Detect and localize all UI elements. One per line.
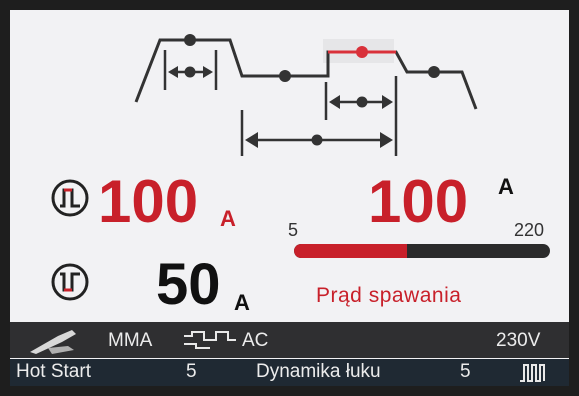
process-label: MMA (108, 330, 153, 351)
base-current-unit: A (234, 290, 250, 315)
setting-caption: Prąd spawania (316, 284, 462, 307)
current-slider[interactable] (294, 244, 550, 258)
waveform-diagram (134, 34, 478, 156)
polarity-label: AC (242, 330, 269, 351)
display-bezel: 100 A 50 A 100 A 5 220 Prąd spawania MMA (0, 0, 579, 396)
voltage-label: 230V (496, 330, 541, 351)
hot-current-value: 100 (98, 168, 199, 235)
arc-force-label: Dynamika łuku (256, 361, 381, 382)
base-current-value: 50 (156, 252, 221, 317)
hot-current-icon (51, 179, 89, 217)
ac-wave-icon (184, 331, 236, 349)
scale-min: 5 (288, 220, 299, 240)
current-slider-fill (294, 244, 408, 258)
waveform-point (356, 46, 368, 58)
welding-current-unit: A (498, 174, 514, 199)
welding-current-value: 100 (368, 168, 469, 235)
arc-force-value: 5 (460, 361, 471, 382)
pulse-icon (520, 364, 545, 382)
parameters-bar: Hot Start 5 Dynamika łuku 5 (10, 359, 569, 386)
electrode-holder-icon (30, 330, 76, 354)
hot-start-label: Hot Start (16, 361, 91, 382)
scale-max: 220 (514, 220, 545, 240)
waveform-point (428, 66, 440, 78)
waveform-point (279, 70, 291, 82)
welder-screen: 100 A 50 A 100 A 5 220 Prąd spawania MMA (10, 10, 569, 386)
waveform-point (184, 34, 196, 46)
hot-start-value: 5 (186, 361, 197, 382)
hot-current-unit: A (220, 206, 236, 231)
status-bar: MMA AC 230V (10, 322, 569, 358)
base-current-icon (51, 263, 89, 301)
